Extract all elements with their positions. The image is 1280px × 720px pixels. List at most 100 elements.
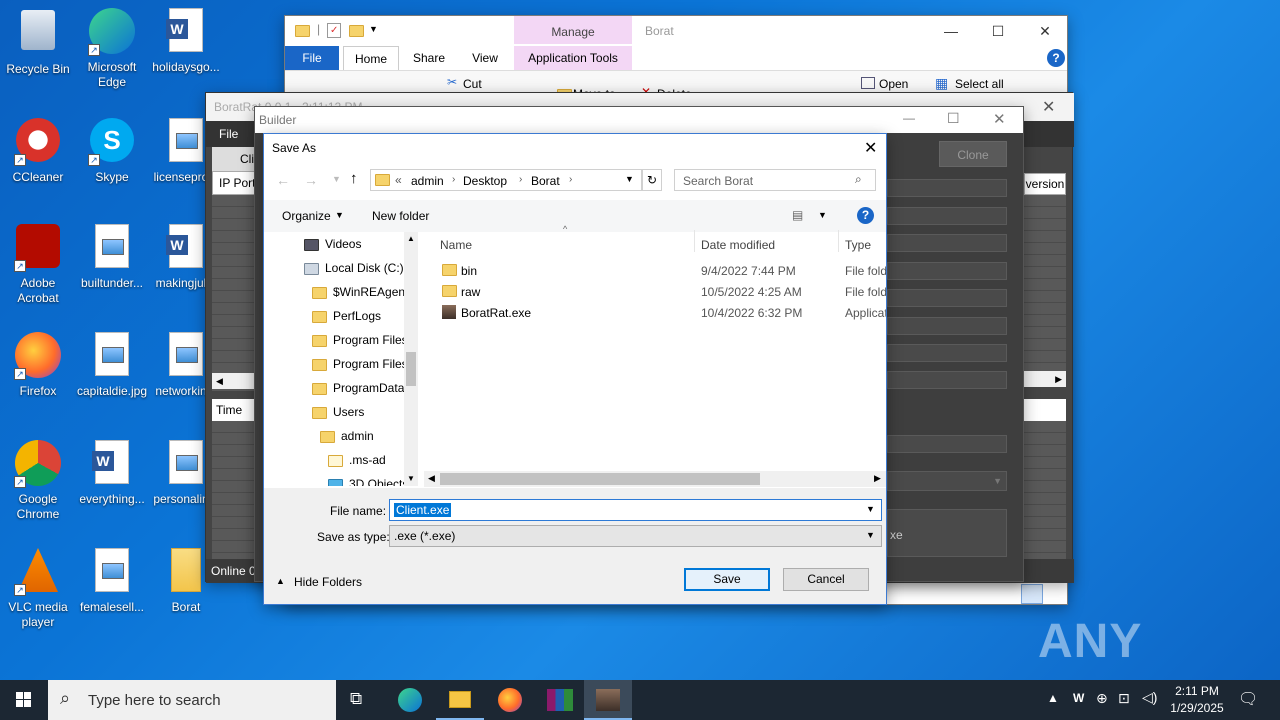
desktop-icon[interactable]: Wholidaysgo...	[148, 6, 224, 75]
desktop-icon[interactable]: ↗ Adobe Acrobat	[0, 222, 76, 306]
path-segment-borat[interactable]: Borat	[531, 174, 560, 188]
tree-item[interactable]: Local Disk (C:)	[304, 256, 404, 280]
desktop-icon[interactable]: ↗ VLC media player	[0, 546, 76, 630]
chevron-down-icon[interactable]: ▼	[369, 24, 378, 34]
file-explorer-taskbar-icon[interactable]	[436, 680, 484, 720]
tree-item[interactable]: PerfLogs	[312, 304, 404, 328]
tree-item[interactable]: Videos	[304, 232, 404, 256]
cancel-button[interactable]: Cancel	[783, 568, 869, 591]
scroll-up-icon[interactable]: ▲	[407, 234, 415, 243]
save-type-select[interactable]: .exe (*.exe) ▼	[389, 525, 882, 547]
taskbar-search[interactable]: ⌕ Type here to search	[48, 680, 336, 720]
tree-item[interactable]: ProgramData	[312, 376, 404, 400]
search-box[interactable]: Search Borat ⌕	[674, 169, 876, 191]
view-dropdown-icon[interactable]: ▼	[818, 210, 827, 220]
file-list-hscrollbar[interactable]: ◀ ▶	[424, 471, 886, 487]
save-type-dropdown-icon[interactable]: ▼	[866, 530, 875, 540]
path-separator-icon[interactable]: ›	[452, 174, 455, 185]
builder-field-1[interactable]	[887, 179, 1007, 197]
tree-item[interactable]: admin	[320, 424, 404, 448]
address-dropdown-icon[interactable]: ▼	[625, 174, 634, 184]
menu-file[interactable]: File	[219, 127, 238, 141]
tab-application-tools[interactable]: Application Tools	[514, 46, 632, 70]
desktop-icon[interactable]: capitaldie.jpg	[74, 330, 150, 399]
view-options-icon[interactable]: ▤	[792, 208, 803, 222]
desktop-icon[interactable]: S ↗ Skype	[74, 116, 150, 185]
tab-share[interactable]: Share	[409, 46, 449, 70]
desktop-icon[interactable]: Recycle Bin	[0, 6, 76, 77]
col-name[interactable]: Name	[440, 238, 472, 252]
new-folder-quick-icon[interactable]	[349, 25, 364, 37]
up-arrow-icon[interactable]: ↑	[350, 170, 358, 187]
builder-field-3[interactable]	[887, 234, 1007, 252]
help-icon[interactable]: ?	[857, 207, 874, 224]
builder-field-8[interactable]	[887, 371, 1007, 389]
desktop-icon[interactable]: ↗ Firefox	[0, 330, 76, 399]
refresh-icon[interactable]: ↻	[642, 169, 662, 191]
address-bar[interactable]: « admin › Desktop › Borat › ▼	[370, 169, 642, 191]
desktop-icon[interactable]: ↗ CCleaner	[0, 116, 76, 185]
desktop-icon[interactable]: builtunder...	[74, 222, 150, 291]
tree-item[interactable]: $WinREAgent	[312, 280, 404, 304]
organize-button[interactable]: Organize	[282, 209, 331, 223]
scroll-down-icon[interactable]: ▼	[407, 474, 415, 483]
clock[interactable]: 2:11 PM 1/29/2025	[1166, 683, 1228, 717]
builder-field-5[interactable]	[887, 289, 1007, 307]
tree-item[interactable]: Users	[312, 400, 404, 424]
security-tray-icon[interactable]: ⊕	[1096, 690, 1108, 707]
boratrat-taskbar-icon[interactable]	[584, 680, 632, 720]
scroll-left-icon[interactable]: ◀	[428, 473, 435, 484]
details-view-icon[interactable]	[1021, 584, 1043, 604]
manage-tab[interactable]: Manage	[514, 16, 632, 44]
builder-dropdown[interactable]: ▼	[887, 471, 1007, 491]
maximize-button[interactable]: ☐	[975, 16, 1021, 46]
scroll-right-arrow[interactable]: ▶	[1024, 371, 1066, 387]
search-input[interactable]: Search Borat	[683, 174, 753, 188]
network-icon[interactable]: ⊡	[1118, 690, 1130, 707]
open-button[interactable]: Open	[879, 77, 908, 91]
recent-chevron-icon[interactable]: ▼	[332, 174, 341, 184]
file-name-value[interactable]: Client.exe	[394, 503, 452, 517]
scroll-right-icon[interactable]: ▶	[874, 473, 881, 484]
builder-field-9[interactable]	[887, 435, 1007, 453]
show-hidden-icons-chevron[interactable]: ▲	[1047, 691, 1059, 705]
horizontal-scrollbar[interactable]: ◀	[212, 373, 260, 389]
tree-item[interactable]: Program Files	[312, 328, 404, 352]
file-name-input[interactable]: Client.exe ▼	[389, 499, 882, 521]
close-button[interactable]: ✕	[864, 138, 877, 158]
col-version[interactable]: version	[1024, 173, 1066, 195]
firefox-taskbar-icon[interactable]	[486, 680, 534, 720]
scroll-thumb[interactable]	[406, 352, 416, 386]
minimize-button[interactable]: —	[928, 16, 974, 46]
task-view-icon[interactable]: ⧉	[336, 680, 384, 720]
builder-field-2[interactable]	[887, 207, 1007, 225]
back-arrow-icon[interactable]: ←	[276, 172, 290, 188]
cut-button[interactable]: Cut	[463, 77, 482, 91]
builder-field-4[interactable]	[887, 262, 1007, 280]
col-date-modified[interactable]: Date modified	[701, 238, 775, 252]
tab-file[interactable]: File	[285, 46, 339, 70]
clone-button[interactable]: Clone	[939, 141, 1007, 167]
col-type[interactable]: Type	[845, 238, 871, 252]
close-button[interactable]: ✕	[1042, 97, 1055, 117]
winrar-taskbar-icon[interactable]	[536, 680, 584, 720]
tree-item[interactable]: 3D Objects	[328, 472, 404, 486]
path-separator-icon[interactable]: ›	[569, 174, 572, 185]
maximize-button[interactable]: ☐	[947, 110, 960, 127]
scroll-thumb[interactable]	[440, 473, 760, 485]
file-row[interactable]: BoratRat.exe 10/4/2022 6:32 PM Application	[428, 302, 886, 323]
column-divider[interactable]	[694, 230, 695, 252]
desktop-icon[interactable]: ↗ Google Chrome	[0, 438, 76, 522]
save-button[interactable]: Save	[684, 568, 770, 591]
path-segment-admin[interactable]: admin	[411, 174, 444, 188]
minimize-button[interactable]: —	[903, 111, 915, 125]
tree-item[interactable]: .ms-ad	[328, 448, 404, 472]
edge-taskbar-icon[interactable]	[386, 680, 434, 720]
builder-field-6[interactable]	[887, 317, 1007, 335]
properties-icon[interactable]: ✓	[327, 23, 341, 38]
close-button[interactable]: ✕	[993, 110, 1006, 128]
builder-field-7[interactable]	[887, 344, 1007, 362]
new-folder-button[interactable]: New folder	[372, 209, 429, 223]
winrar-tray-icon[interactable]: W	[1073, 691, 1084, 705]
desktop-icon[interactable]: femalesell...	[74, 546, 150, 615]
